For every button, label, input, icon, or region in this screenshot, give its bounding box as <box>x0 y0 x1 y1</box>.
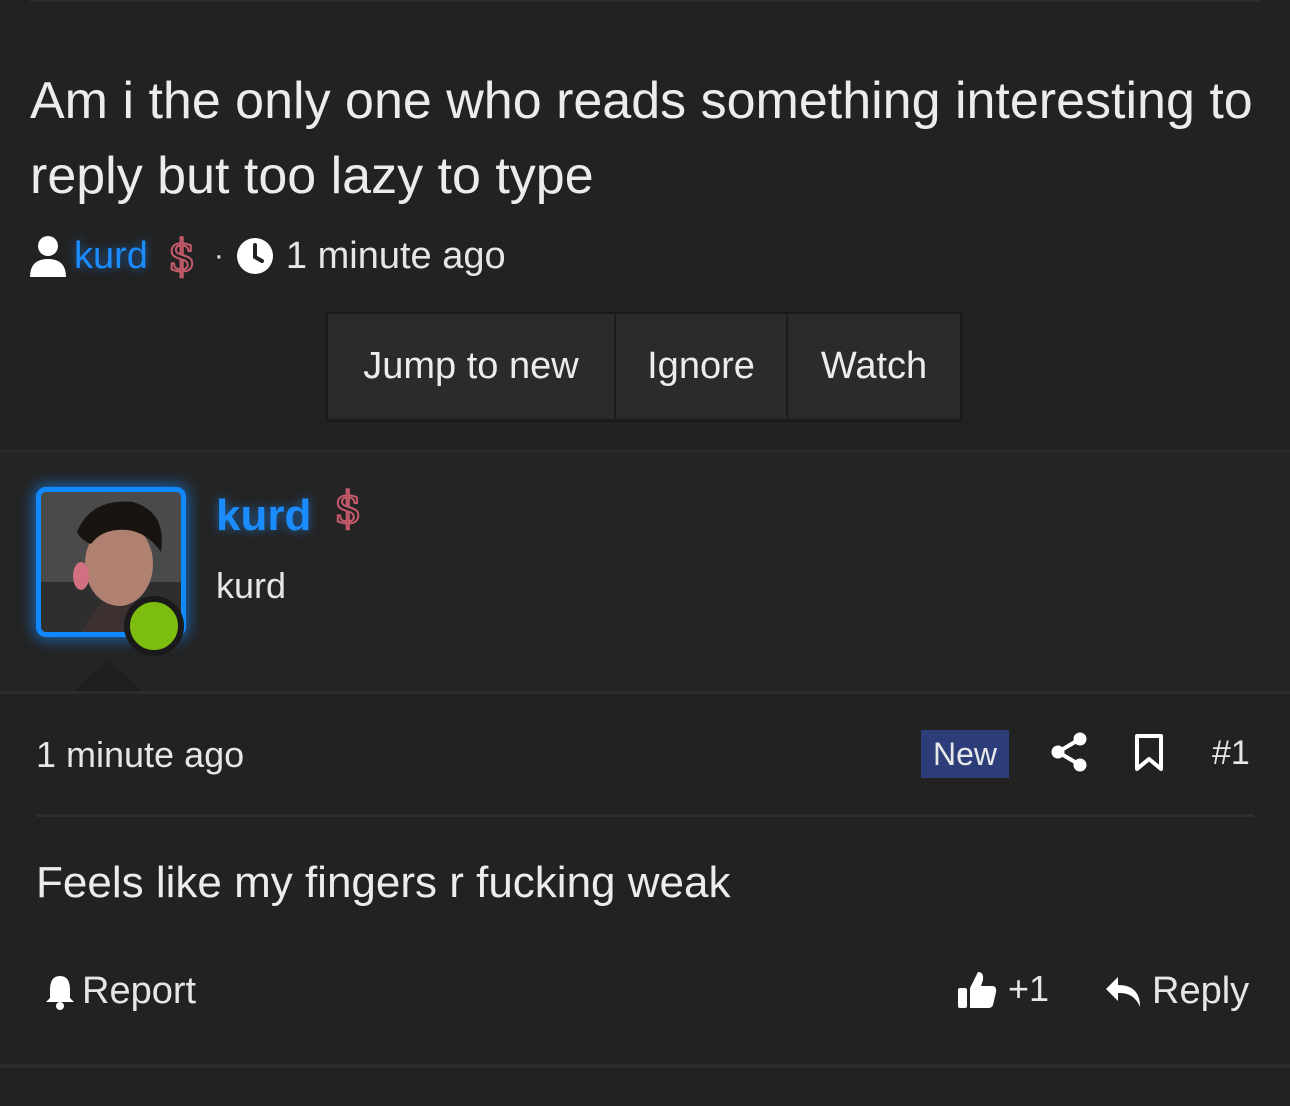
online-status-indicator <box>124 596 184 656</box>
post-body: Feels like my fingers r fucking weak <box>36 858 731 907</box>
thread-meta: kurd $ · 1 minute ago <box>30 228 506 284</box>
jump-to-new-button[interactable]: Jump to new <box>328 314 616 418</box>
dollar-icon: $ <box>333 482 363 535</box>
user-icon <box>30 236 66 277</box>
bookmark-icon[interactable] <box>1134 734 1164 772</box>
bell-icon <box>46 975 74 1010</box>
like-button[interactable]: +1 <box>956 968 1049 1010</box>
like-count: +1 <box>1008 968 1050 1009</box>
divider <box>0 1064 1290 1068</box>
post-meta: 1 minute ago New #1 <box>0 694 1290 814</box>
post-actions: Report +1 Reply <box>0 960 1290 1030</box>
post-number-link[interactable]: #1 <box>1212 734 1250 773</box>
meta-separator: · <box>213 239 224 272</box>
post-user-block: kurd $ kurd <box>0 453 1290 691</box>
ignore-button[interactable]: Ignore <box>616 314 788 418</box>
divider <box>36 814 1254 817</box>
pointer-arrow <box>74 659 142 691</box>
thumbs-up-icon <box>958 972 997 1008</box>
post-username-link[interactable]: kurd <box>216 491 311 541</box>
watch-button[interactable]: Watch <box>788 314 960 418</box>
user-title: kurd <box>216 565 287 606</box>
reply-button[interactable]: Reply <box>1104 970 1249 1013</box>
thread-time: 1 minute ago <box>285 234 506 277</box>
thread-header: Am i the only one who reads something in… <box>0 0 1290 450</box>
reply-icon <box>1106 976 1140 1007</box>
clock-icon <box>236 238 273 274</box>
dollar-icon: $ <box>167 230 197 283</box>
reply-label: Reply <box>1152 970 1250 1012</box>
thread-title: Am i the only one who reads something in… <box>30 72 1253 205</box>
new-badge: New <box>921 730 1009 778</box>
post-time[interactable]: 1 minute ago <box>36 734 244 776</box>
share-icon[interactable] <box>1050 732 1088 772</box>
thread-action-buttons: Jump to new Ignore Watch <box>326 312 962 422</box>
thread-author-link[interactable]: kurd <box>74 235 148 278</box>
report-button[interactable]: Report <box>44 970 196 1013</box>
report-label: Report <box>82 970 197 1012</box>
